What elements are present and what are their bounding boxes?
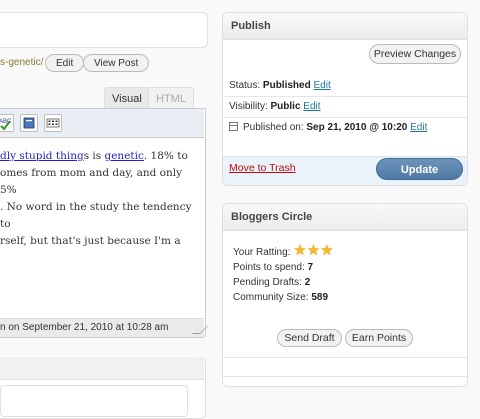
view-post-button[interactable]: View Post [83,54,150,72]
edit-date-link[interactable]: Edit [410,122,427,133]
earn-points-button[interactable]: Earn Points [345,329,413,347]
last-edited-text: n on September 21, 2010 at 10:28 am [0,322,169,333]
rating-row: Your Ratting: ★★★ [233,242,334,259]
community-size-row: Community Size: 589 [233,292,329,303]
edit-permalink-button[interactable]: Edit [45,54,85,72]
points-row: Points to spend: 7 [233,262,314,273]
send-draft-button[interactable]: Send Draft [277,329,342,347]
preview-changes-button[interactable]: Preview Changes [369,44,461,64]
content-link[interactable]: dly stupid thing [0,150,84,162]
calendar-icon [229,122,238,131]
post-title-input[interactable] [0,12,208,48]
permalink: s-genetic/ [0,57,43,68]
pending-drafts-value: 2 [304,277,311,288]
published-on-value: Sep 21, 2010 @ 10:20 [306,122,408,133]
star-icon: ★ [306,242,321,259]
community-size-value: 589 [311,292,329,303]
tab-visual[interactable]: Visual [104,87,150,109]
points-value: 7 [307,262,314,273]
spellcheck-icon[interactable]: ABC [0,114,14,132]
edit-visibility-link[interactable]: Edit [303,101,320,112]
fullscreen-icon[interactable] [20,114,38,132]
star-icon: ★ [320,242,334,259]
edit-status-link[interactable]: Edit [314,80,331,91]
editor-toolbar: ABC [0,109,204,138]
content-link-genetic[interactable]: genetic [105,150,144,162]
published-on-row: Published on: Sep 21, 2010 @ 10:20 Edit [243,122,428,133]
publish-panel: Publish Preview Changes Status: Publishe… [222,12,468,186]
permalink-slug[interactable]: s-genetic/ [0,57,43,68]
editor-content[interactable]: dly stupid things is genetic. 18% to ome… [0,148,196,250]
lower-metabox-input[interactable] [0,385,188,417]
update-button[interactable]: Update [376,158,463,180]
lower-metabox-header[interactable] [0,357,204,380]
visibility-value: Public [270,101,301,112]
bloggers-circle-title[interactable]: Bloggers Circle [223,204,467,231]
publish-panel-title[interactable]: Publish [223,13,467,40]
move-to-trash-link[interactable]: Move to Trash [229,162,296,174]
kitchen-sink-icon[interactable] [44,114,62,132]
pending-drafts-row: Pending Drafts: 2 [233,277,311,288]
bloggers-circle-panel: Bloggers Circle Your Ratting: ★★★ Points… [222,203,468,387]
visibility-row: Visibility: Public Edit [229,101,321,112]
tab-html[interactable]: HTML [148,87,194,109]
post-status-value: Published [262,80,311,91]
star-icon: ★ [293,242,307,259]
post-status-row: Status: Published Edit [229,80,331,91]
